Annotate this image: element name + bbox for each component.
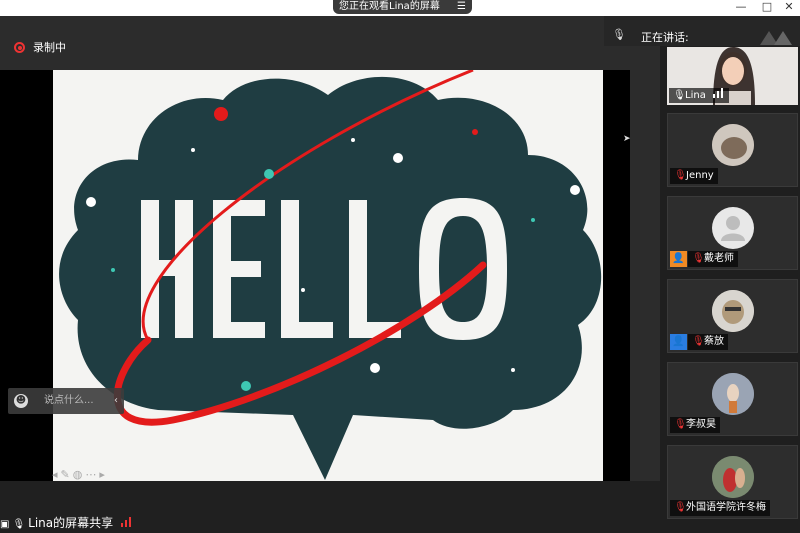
minimize-button[interactable]: — <box>730 0 752 14</box>
signal-bars-icon <box>713 88 725 98</box>
share-status-label: Lina的屏幕共享 <box>28 516 114 530</box>
speaking-label: 正在讲话: <box>641 31 689 44</box>
participant-name: 戴老师 <box>704 253 734 264</box>
slide-stage <box>0 70 630 482</box>
participant-tile-li[interactable]: 🎙 李叔昊 <box>667 362 798 436</box>
chat-input-bar[interactable]: ☻ 说点什么... ‹ <box>8 388 124 414</box>
participant-tile-dai[interactable]: 👤 🎙 戴老师 <box>667 196 798 270</box>
title-bar: 您正在观看Lina的屏幕 ☰ — □ ✕ <box>0 0 800 16</box>
host-role-icon: 👤 <box>670 251 687 267</box>
participant-name-tag: 🎙 Jenny <box>670 168 718 184</box>
participant-name: 蔡放 <box>704 336 724 347</box>
muted-microphone-icon: 🎙 <box>692 336 705 347</box>
participant-name-tag: 🎙 戴老师 <box>688 251 738 267</box>
participant-video-lina[interactable]: 🎙 Lina <box>667 47 798 105</box>
participant-name-tag: 🎙 蔡放 <box>688 334 728 350</box>
emoji-icon[interactable]: ☻ <box>14 394 28 408</box>
participant-tile-cai[interactable]: 👤 🎙 蔡放 <box>667 279 798 353</box>
share-notice-text: 您正在观看Lina的屏幕 <box>339 1 440 12</box>
slide-image <box>53 70 603 482</box>
participant-name: Lina <box>685 90 706 101</box>
avatar <box>712 456 754 498</box>
avatar <box>712 290 754 332</box>
share-notice-pill[interactable]: 您正在观看Lina的屏幕 ☰ <box>333 0 472 14</box>
next-icon[interactable]: ▸ <box>99 468 108 481</box>
muted-microphone-icon: 🎙 <box>674 419 687 430</box>
screen-share-status: ▣ 🎙 Lina的屏幕共享 <box>0 514 133 533</box>
participant-name-tag: 🎙 李叔昊 <box>670 417 720 433</box>
avatar <box>712 373 754 415</box>
record-icon <box>14 42 25 53</box>
participant-tile-xu[interactable]: 🎙 外国语学院许冬梅 <box>667 445 798 519</box>
menu-icon[interactable]: ☰ <box>457 0 466 13</box>
recording-indicator: 录制中 <box>14 40 66 56</box>
cohost-role-icon: 👤 <box>670 334 687 350</box>
chat-placeholder: 说点什么... <box>44 395 94 406</box>
participant-tile-jenny[interactable]: 🎙 Jenny <box>667 113 798 187</box>
participant-name: Jenny <box>686 170 714 181</box>
meeting-window: 您正在观看Lina的屏幕 ☰ — □ ✕ 录制中 ➤ ☻ 说点什么... ‹ ◂… <box>0 0 800 533</box>
more-icon[interactable]: ⋯ <box>85 468 99 481</box>
recording-label: 录制中 <box>33 41 66 54</box>
close-button[interactable]: ✕ <box>778 0 800 14</box>
muted-microphone-icon: 🎙 <box>674 170 687 181</box>
muted-microphone-icon[interactable]: 🎙 <box>612 28 626 41</box>
mouse-cursor-icon: ➤ <box>623 134 631 144</box>
microphone-icon: 🎙 <box>673 90 686 101</box>
pointer-icon[interactable]: ◂ <box>52 468 61 481</box>
screen-icon: ▣ <box>0 519 10 530</box>
hello-cloud-graphic <box>59 70 602 480</box>
participant-name: 外国语学院许冬梅 <box>686 502 766 513</box>
muted-microphone-icon: 🎙 <box>674 502 687 513</box>
annotation-toolbar: ◂✎◍⋯▸ <box>52 468 108 482</box>
microphone-icon: 🎙 <box>12 519 26 530</box>
muted-microphone-icon: 🎙 <box>692 253 705 264</box>
send-arrow-icon[interactable]: ‹ <box>114 388 118 414</box>
eraser-icon[interactable]: ◍ <box>73 468 86 481</box>
participant-name-tag: 🎙 Lina <box>669 88 730 103</box>
participant-name-tag: 🎙 外国语学院许冬梅 <box>670 500 770 516</box>
signal-bars-icon <box>120 517 133 527</box>
pen-icon[interactable]: ✎ <box>61 468 73 481</box>
avatar <box>712 124 754 166</box>
app-logo-icon <box>760 31 792 45</box>
participant-name: 李叔昊 <box>686 419 716 430</box>
maximize-button[interactable]: □ <box>756 0 778 14</box>
avatar <box>712 207 754 249</box>
